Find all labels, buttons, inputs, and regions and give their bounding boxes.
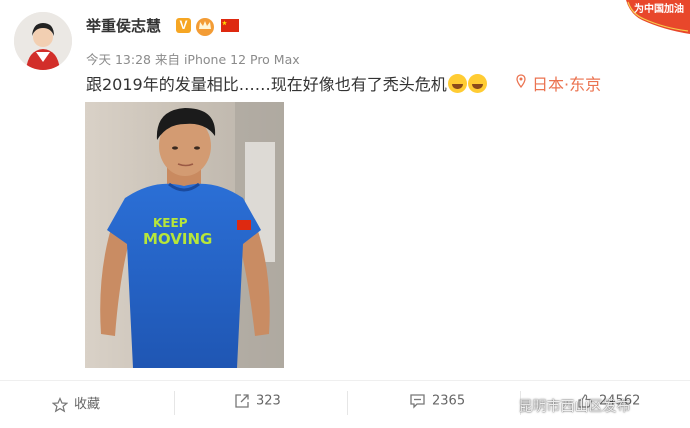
laughing-emoji-icon: [447, 74, 467, 93]
corner-banner: 为中国加油: [626, 0, 690, 34]
watermark-text: 昆明市西山区发布: [518, 399, 631, 415]
post-meta: 今天 13:28 来自 iPhone 12 Pro Max: [86, 49, 300, 68]
comment-button[interactable]: 2365: [409, 393, 465, 409]
location-link[interactable]: 日本·东京: [532, 71, 601, 95]
post-source: 来自 iPhone 12 Pro Max: [154, 52, 300, 67]
shirt-print-line2: MOVING: [143, 230, 212, 248]
repost-icon: [235, 394, 249, 408]
footer-divider: [0, 380, 690, 381]
corner-banner-text: 为中国加油: [634, 2, 684, 15]
crown-badge-icon: [196, 18, 214, 36]
post-photo[interactable]: KEEP MOVING: [85, 102, 284, 368]
laughing-emoji-icon: [467, 74, 487, 93]
location-pin-icon: [516, 74, 526, 88]
comment-count: 2365: [432, 393, 466, 409]
footer-separator: [347, 391, 348, 415]
post-text: 跟2019年的发量相比……现在好像也有了秃头危机: [86, 71, 487, 95]
footer-separator: [174, 391, 175, 415]
weibo-logo-icon: [492, 398, 513, 413]
favorite-label: 收藏: [74, 397, 101, 412]
favorite-button[interactable]: 收藏: [52, 393, 100, 413]
star-icon: [52, 396, 68, 412]
watermark: 昆明市西山区发布: [492, 396, 630, 416]
repost-button[interactable]: 323: [234, 393, 281, 409]
post-timestamp[interactable]: 今天 13:28: [86, 52, 151, 67]
post-text-body: 跟2019年的发量相比……现在好像也有了秃头危机: [86, 75, 447, 94]
username-link[interactable]: 举重侯志慧: [86, 15, 161, 36]
avatar[interactable]: [14, 12, 72, 70]
comment-icon: [410, 394, 425, 409]
verified-icon: V: [176, 18, 191, 33]
china-flag-icon: [221, 19, 239, 32]
shirt-print-line1: KEEP: [153, 216, 188, 230]
repost-count: 323: [256, 393, 281, 409]
